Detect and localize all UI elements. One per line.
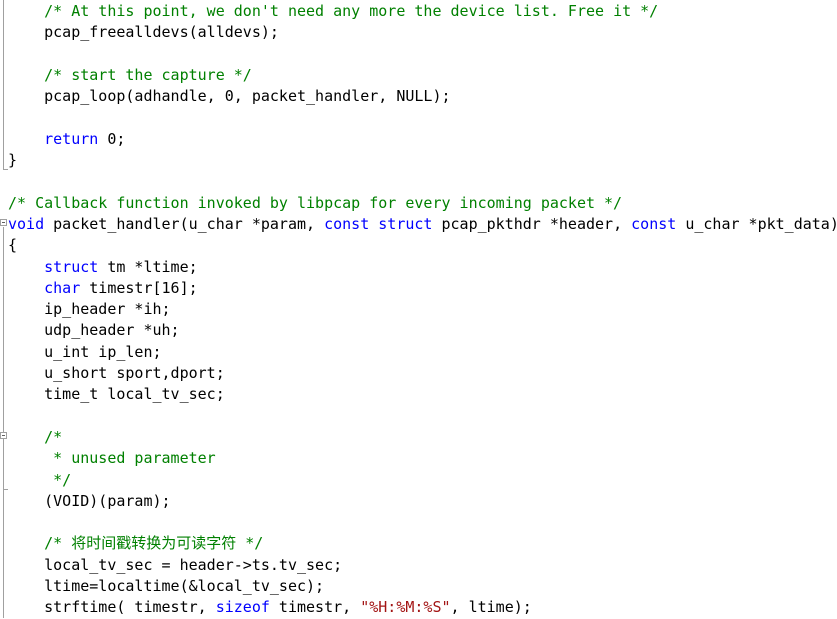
code-line: /* Callback function invoked by libpcap … <box>8 193 837 214</box>
code-token: pcap_loop(adhandle, 0, packet_handler, N… <box>8 87 451 106</box>
code-token: timestr[16]; <box>80 278 198 297</box>
comment-token: * unused parameter <box>53 449 216 468</box>
fold-toggle-icon[interactable] <box>0 432 7 439</box>
code-token: timestr, <box>269 598 361 617</box>
code-line: void packet_handler(u_char *param, const… <box>8 214 837 235</box>
code-line: /* At this point, we don't need any more… <box>8 1 837 22</box>
code-token: pcap_pkthdr *header, <box>432 214 632 233</box>
keyword-token: char <box>44 278 81 297</box>
fold-toggle-icon[interactable] <box>0 219 7 226</box>
code-token: , ltime); <box>450 598 532 617</box>
code-token: ip_header *ih; <box>8 300 171 319</box>
keyword-token: struct <box>378 214 433 233</box>
code-token: strftime( timestr, <box>8 598 216 617</box>
code-line: * unused parameter <box>8 448 837 469</box>
code-token: time_t local_tv_sec; <box>8 385 225 404</box>
keyword-token: struct <box>44 257 99 276</box>
code-line: pcap_loop(adhandle, 0, packet_handler, N… <box>8 86 837 107</box>
code-token: { <box>8 236 18 255</box>
code-text[interactable]: /* At this point, we don't need any more… <box>8 1 837 619</box>
code-line: pcap_freealldevs(alldevs); <box>8 22 837 43</box>
string-token: "%H:%M:%S" <box>360 598 451 617</box>
code-token: u_short sport,dport; <box>8 364 225 383</box>
code-line: u_short sport,dport; <box>8 363 837 384</box>
code-line: } <box>8 150 837 171</box>
keyword-token: return <box>44 129 99 148</box>
code-line: (VOID)(param); <box>8 491 837 512</box>
code-token: pcap_freealldevs(alldevs); <box>8 23 279 42</box>
comment-token: /* At this point, we don't need any more… <box>44 2 659 20</box>
code-line: /* 将时间戳转换为可读字符 */ <box>8 533 837 554</box>
keyword-token: void <box>8 214 45 233</box>
code-line: u_int ip_len; <box>8 342 837 363</box>
code-token: local_tv_sec = header->ts.tv_sec; <box>8 555 343 574</box>
code-token: (VOID)(param); <box>8 491 171 510</box>
code-token: packet_handler(u_char *param, <box>44 214 325 233</box>
keyword-token: sizeof <box>215 598 270 617</box>
code-token: u_char *pkt_data) <box>676 214 837 233</box>
keyword-token: const <box>324 214 370 233</box>
code-line: char timestr[16]; <box>8 278 837 299</box>
code-line: strftime( timestr, sizeof timestr, "%H:%… <box>8 597 837 618</box>
comment-token: */ <box>53 470 72 489</box>
code-line: time_t local_tv_sec; <box>8 384 837 405</box>
code-token: tm *ltime; <box>98 257 198 276</box>
comment-token: /* start the capture */ <box>44 65 252 84</box>
code-token: udp_header *uh; <box>8 321 180 340</box>
code-line: ltime=localtime(&local_tv_sec); <box>8 576 837 597</box>
code-line: local_tv_sec = header->ts.tv_sec; <box>8 555 837 576</box>
code-token: u_int ip_len; <box>8 342 162 361</box>
comment-token: /* <box>44 427 63 446</box>
code-line: */ <box>8 470 837 491</box>
code-line: /* <box>8 427 837 448</box>
outline-bar <box>3 227 4 618</box>
code-line: udp_header *uh; <box>8 320 837 341</box>
code-line: /* start the capture */ <box>8 65 837 86</box>
comment-token: /* 将时间戳转换为可读字符 */ <box>44 534 264 553</box>
outline-bar <box>3 0 4 169</box>
code-line: struct tm *ltime; <box>8 257 837 278</box>
code-editor[interactable]: /* At this point, we don't need any more… <box>0 0 837 618</box>
code-line: return 0; <box>8 129 837 150</box>
keyword-token: const <box>631 214 677 233</box>
code-token: 0; <box>98 129 126 148</box>
comment-token: /* Callback function invoked by libpcap … <box>8 193 623 212</box>
code-token: ltime=localtime(&local_tv_sec); <box>8 577 325 596</box>
code-line: ip_header *ih; <box>8 299 837 320</box>
code-line: { <box>8 235 837 256</box>
code-token: } <box>8 151 18 170</box>
